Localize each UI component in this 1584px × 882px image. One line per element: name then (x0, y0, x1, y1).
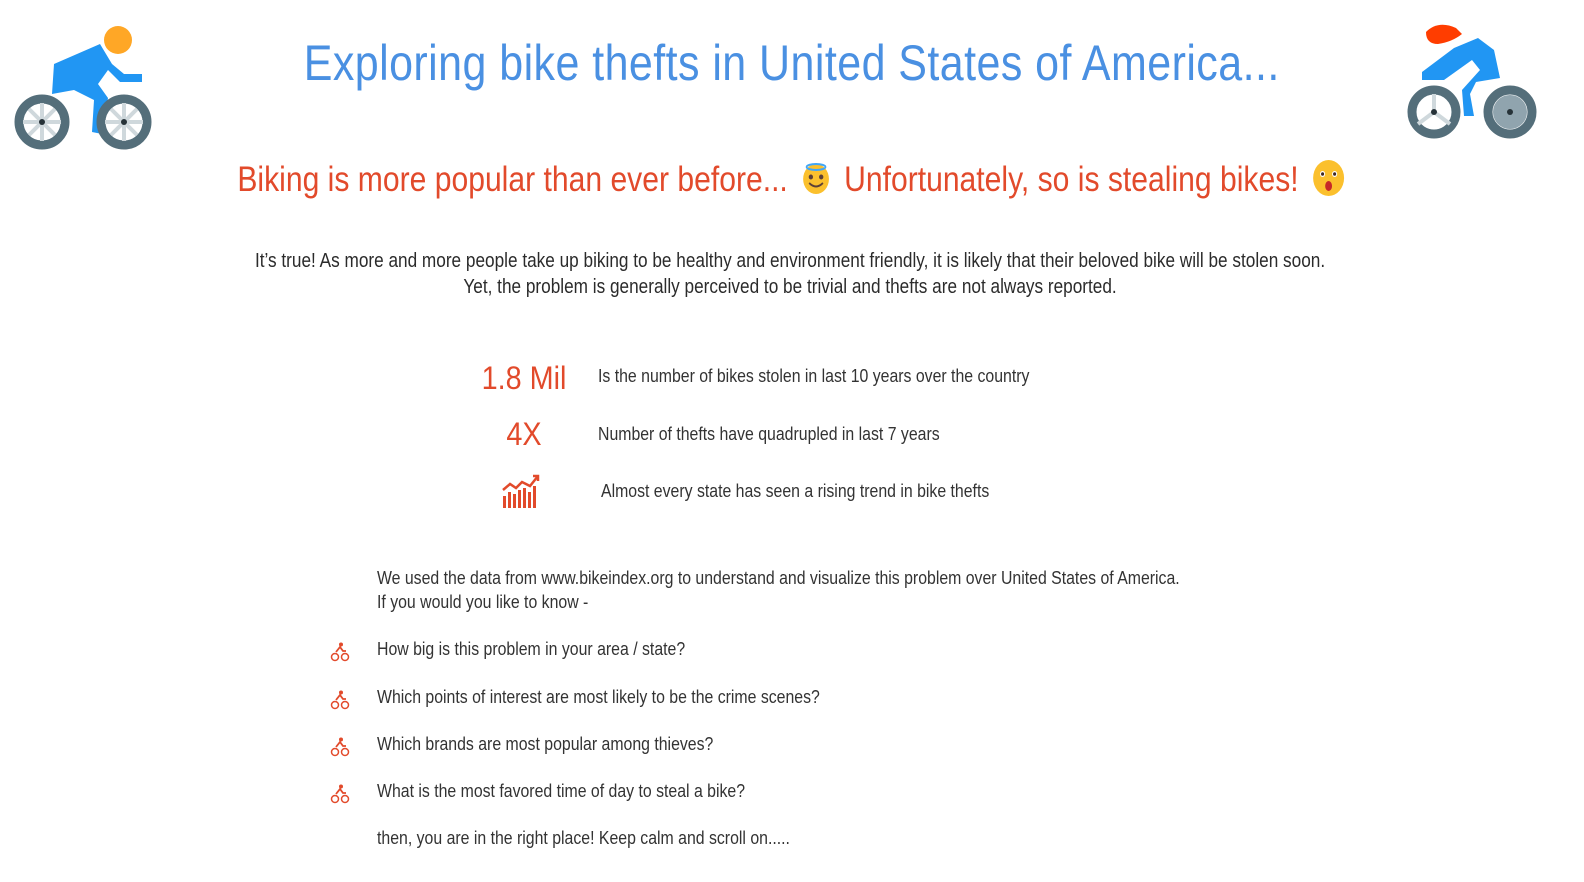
list-item: Which points of interest are most likely… (0, 685, 1584, 715)
bike-rider-icon (330, 737, 350, 757)
smiling-halo-emoji-icon (803, 162, 829, 194)
list-item: How big is this problem in your area / s… (0, 637, 1584, 667)
subtitle-text-2: Unfortunately, so is stealing bikes! (844, 160, 1299, 199)
stat-value: 4X (506, 416, 542, 452)
stat-description: Is the number of bikes stolen in last 10… (598, 366, 1030, 386)
question-text: Which brands are most popular among thie… (377, 734, 714, 754)
list-item: Which brands are most popular among thie… (0, 732, 1584, 762)
bike-rider-icon (330, 784, 350, 804)
intro-paragraph: It’s true! As more and more people take … (109, 248, 1471, 300)
stat-row: Almost every state has seen a rising tre… (0, 470, 1584, 520)
question-text: What is the most favored time of day to … (377, 781, 746, 801)
list-item: What is the most favored time of day to … (0, 779, 1584, 809)
question-text: How big is this problem in your area / s… (377, 639, 686, 659)
page-title: Exploring bike thefts in United States o… (303, 35, 1280, 91)
stat-value: 1.8 Mil (481, 360, 567, 396)
stat-row: 1.8 Mil Is the number of bikes stolen in… (0, 356, 1584, 406)
stat-row: 4X Number of thefts have quadrupled in l… (0, 412, 1584, 462)
intro-line-1: It’s true! As more and more people take … (254, 250, 1326, 272)
subtitle: Biking is more popular than ever before.… (113, 156, 1475, 204)
data-source-intro: We used the data from www.bikeindex.org … (377, 566, 1180, 614)
stat-description: Number of thefts have quadrupled in last… (598, 424, 940, 444)
closing-text: then, you are in the right place! Keep c… (377, 828, 790, 848)
astonished-emoji-icon (1313, 159, 1344, 196)
intro-line-2: Yet, the problem is generally perceived … (463, 276, 1117, 298)
subtitle-text-1: Biking is more popular than ever before.… (237, 160, 788, 199)
data-source-prompt: If you would you like to know - (377, 592, 589, 612)
stat-description: Almost every state has seen a rising tre… (601, 481, 990, 501)
question-text: Which points of interest are most likely… (377, 687, 820, 707)
bike-rider-icon (330, 690, 350, 710)
data-source-line: We used the data from www.bikeindex.org … (377, 568, 1180, 588)
bike-rider-icon (330, 642, 350, 662)
